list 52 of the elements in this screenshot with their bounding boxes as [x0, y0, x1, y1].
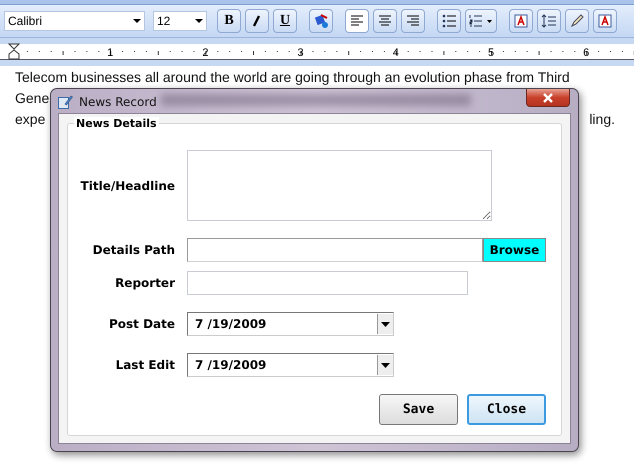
font-color-icon: [597, 13, 613, 29]
align-center-button[interactable]: [373, 9, 397, 33]
field-label: Reporter: [114, 276, 176, 290]
dialog-button[interactable]: Close: [467, 394, 546, 425]
document-text: expe: [15, 111, 46, 129]
ruler-number: 4: [392, 47, 399, 59]
italic-button[interactable]: [245, 9, 269, 33]
date-picker[interactable]: 7 /19/2009: [187, 312, 394, 336]
dropdown-arrow-icon: [381, 362, 390, 368]
input-field[interactable]: [187, 238, 483, 262]
font-color-icon: [513, 13, 529, 29]
ruler-number: 5: [488, 47, 494, 59]
field-label: Details Path: [92, 243, 176, 257]
dialog-button[interactable]: Save: [379, 394, 458, 425]
align-left-button[interactable]: [345, 9, 369, 33]
document-text: ling.: [589, 111, 615, 129]
field-label: Last Edit: [114, 358, 176, 372]
paint-bucket-button[interactable]: [309, 9, 333, 33]
document-pen-icon: [57, 94, 73, 110]
ruler-number: 3: [298, 47, 304, 59]
indent-marker[interactable]: [8, 44, 20, 60]
bullet-list-icon: [441, 13, 457, 29]
line-spacing-button[interactable]: [537, 9, 561, 33]
browse-button[interactable]: Browse: [482, 238, 546, 262]
font-dropdown[interactable]: Calibri: [4, 11, 145, 31]
dropdown-arrow-icon: [381, 322, 390, 326]
field-label: Post Date: [108, 317, 176, 331]
ruler-number: 2: [202, 47, 208, 59]
document-text: Gene: [15, 90, 50, 108]
size-dropdown[interactable]: 12: [153, 11, 207, 31]
document-text: Telecom businesses all around the world are going through an evolution phase from Third: [15, 69, 570, 87]
underline-button[interactable]: U: [273, 9, 297, 33]
close-icon: [542, 92, 554, 102]
font-color-button[interactable]: [593, 9, 617, 33]
ruler-number: 6: [583, 47, 590, 59]
numbered-list-button[interactable]: [465, 9, 497, 33]
line-spacing-icon: [541, 13, 557, 29]
pencil-icon: [569, 13, 585, 29]
field-label: Title/Headline: [80, 178, 176, 192]
align-right-button[interactable]: [401, 9, 425, 33]
numbered-list-icon: [468, 13, 494, 29]
close-button[interactable]: [526, 89, 570, 107]
paint-bucket-icon: [313, 13, 329, 29]
ruler-number: 1: [107, 47, 114, 59]
font-color-button[interactable]: [509, 9, 533, 33]
input-field[interactable]: [187, 271, 468, 295]
bullet-list-button[interactable]: [437, 9, 461, 33]
date-picker[interactable]: 7 /19/2009: [187, 353, 394, 377]
pencil-button[interactable]: [565, 9, 589, 33]
group-title: News Details: [74, 117, 159, 130]
bold-button[interactable]: B: [217, 9, 241, 33]
window-title: News Record: [79, 94, 157, 108]
